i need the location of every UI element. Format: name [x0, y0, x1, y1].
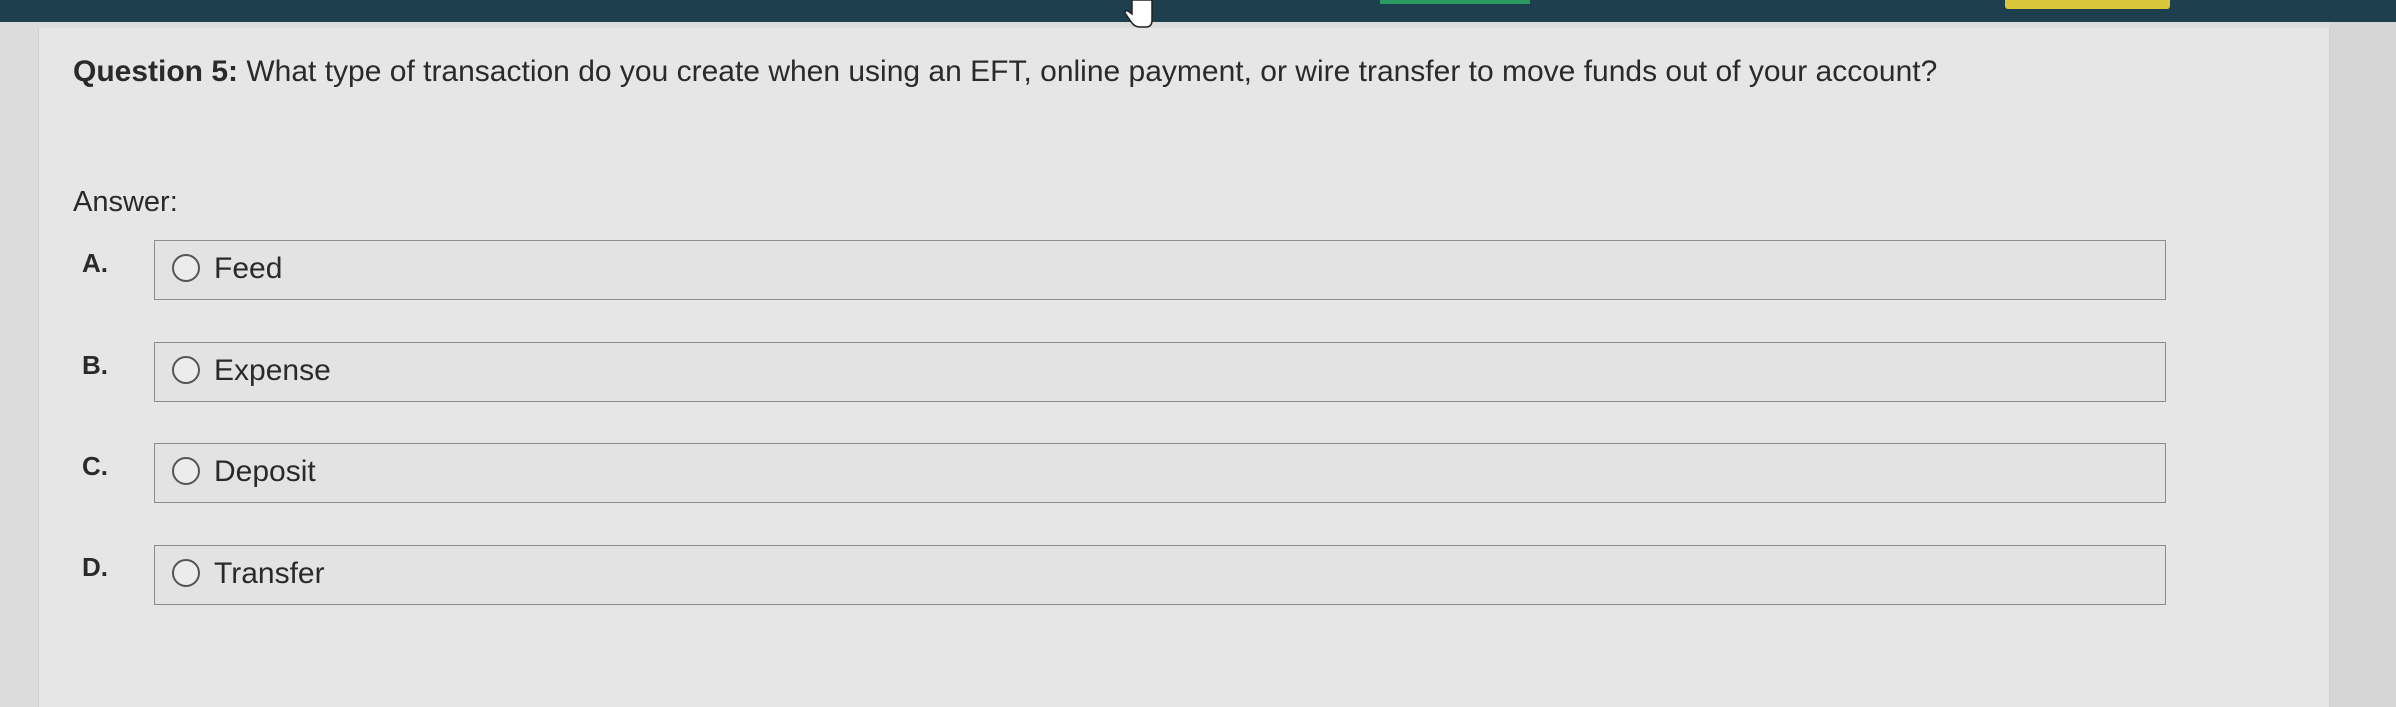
question-body: What type of transaction do you create w…	[246, 55, 1938, 88]
hand-cursor-icon	[1124, 0, 1153, 28]
choice-d-text: Transfer	[214, 557, 325, 590]
top-bar-green-tab[interactable]	[1380, 0, 1530, 4]
answer-label: Answer:	[73, 186, 178, 218]
choice-b-text: Expense	[214, 354, 331, 387]
radio-button-icon[interactable]	[172, 457, 200, 485]
radio-button-icon[interactable]	[172, 254, 200, 282]
question-number: Question 5:	[73, 55, 239, 88]
top-bar-yellow-button[interactable]	[2005, 0, 2170, 9]
choice-a-option[interactable]: Feed	[154, 240, 2166, 300]
choice-c-text: Deposit	[214, 455, 316, 488]
right-margin	[2330, 22, 2396, 707]
choice-d-option[interactable]: Transfer	[154, 545, 2166, 605]
choice-c-letter: C.	[82, 451, 108, 481]
choice-b-option[interactable]: Expense	[154, 342, 2166, 402]
choice-a-text: Feed	[214, 252, 283, 285]
choice-d-letter: D.	[82, 552, 108, 582]
choice-b-letter: B.	[82, 350, 108, 380]
radio-button-icon[interactable]	[172, 559, 200, 587]
question-text: Question 5: What type of transaction do …	[73, 52, 1937, 92]
choice-a-letter: A.	[82, 248, 108, 278]
radio-button-icon[interactable]	[172, 356, 200, 384]
choice-c-option[interactable]: Deposit	[154, 443, 2166, 503]
